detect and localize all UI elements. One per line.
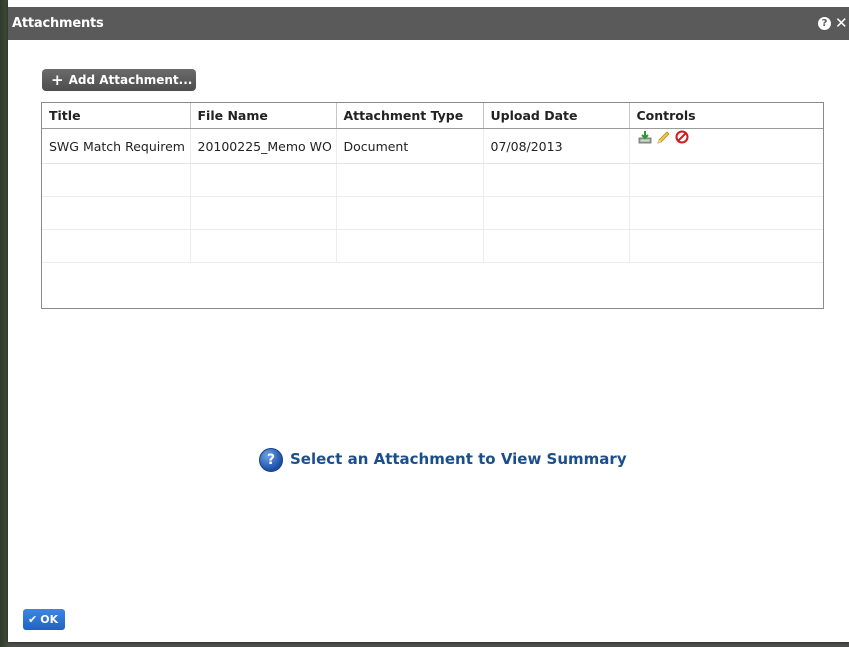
cell-file-name[interactable]: 20100225_Memo WO [190, 128, 337, 164]
add-attachment-label: Add Attachment... [68, 73, 193, 87]
delete-icon[interactable] [675, 130, 689, 144]
cell-upload-date[interactable]: 07/08/2013 [483, 128, 630, 164]
table-row[interactable]: SWG Match Requirem 20100225_Memo WO Docu… [42, 128, 823, 164]
grid-header-row: Title File Name Attachment Type Upload D… [42, 103, 823, 129]
cell-title[interactable]: SWG Match Requirem [42, 128, 191, 164]
info-icon: ? [259, 447, 283, 472]
close-icon[interactable]: ✕ [835, 14, 848, 32]
column-header-attachment-type[interactable]: Attachment Type [336, 103, 484, 129]
edit-icon[interactable] [655, 130, 671, 146]
empty-row [42, 163, 823, 197]
ok-label: OK [40, 613, 59, 626]
plus-icon: + [51, 71, 64, 89]
check-icon: ✔ [28, 613, 38, 626]
dialog-title: Attachments [12, 16, 104, 31]
ok-button[interactable]: ✔ OK [23, 609, 65, 630]
cell-controls [629, 128, 823, 164]
add-attachment-button[interactable]: + Add Attachment... [42, 69, 196, 91]
summary-placeholder: ? Select an Attachment to View Summary [259, 447, 627, 472]
summary-text: Select an Attachment to View Summary [290, 450, 627, 468]
download-icon[interactable] [638, 130, 652, 144]
empty-row [42, 196, 823, 230]
column-header-title[interactable]: Title [42, 103, 191, 129]
attachments-grid: Title File Name Attachment Type Upload D… [41, 102, 824, 309]
attachments-dialog: Attachments ? ✕ + Add Attachment... Title… [8, 0, 849, 642]
cell-attachment-type[interactable]: Document [336, 128, 484, 164]
column-header-file-name[interactable]: File Name [190, 103, 337, 129]
help-icon[interactable]: ? [818, 17, 831, 30]
column-header-upload-date[interactable]: Upload Date [483, 103, 630, 129]
empty-row [42, 229, 823, 263]
column-header-controls: Controls [629, 103, 823, 129]
dialog-titlebar: Attachments ? ✕ [8, 7, 849, 40]
